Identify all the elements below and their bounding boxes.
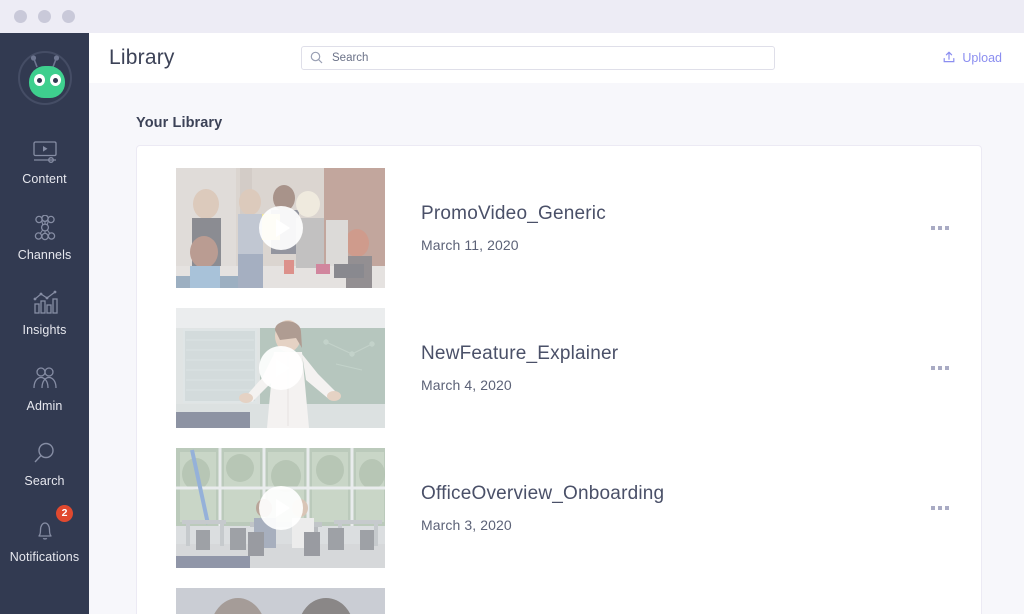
menu-dot-icon — [945, 226, 949, 230]
app-window: Content Channels Insights Admin Search 2… — [0, 0, 1024, 614]
window-minimize-dot[interactable] — [38, 10, 51, 23]
main-content: Your Library PromoVideo_Generic March 11… — [89, 83, 1024, 614]
search-container — [301, 46, 775, 70]
sidebar-item-search[interactable]: Search — [0, 433, 89, 496]
sidebar-item-content[interactable]: Content — [0, 131, 89, 194]
sidebar-item-label: Notifications — [9, 549, 80, 564]
sidebar-item-label: Channels — [17, 247, 72, 262]
logo-pupil-left — [36, 78, 42, 83]
sidebar-item-label: Search — [24, 474, 65, 488]
video-date: March 3, 2020 — [421, 517, 512, 533]
video-list-item[interactable] — [137, 588, 981, 614]
menu-dot-icon — [938, 366, 942, 370]
video-list-item[interactable]: NewFeature_Explainer March 4, 2020 — [137, 308, 981, 428]
sidebar: Content Channels Insights Admin Search 2… — [0, 33, 89, 614]
menu-dot-icon — [945, 506, 949, 510]
logo-pupil-right — [52, 78, 58, 83]
upload-icon — [942, 50, 956, 67]
video-list-item[interactable]: OfficeOverview_Onboarding March 3, 2020 — [137, 448, 981, 568]
window-titlebar — [0, 0, 1024, 33]
video-meta: OfficeOverview_Onboarding March 3, 2020 — [385, 483, 923, 533]
menu-dot-icon — [938, 506, 942, 510]
bell-icon — [30, 516, 60, 544]
play-button[interactable] — [258, 206, 303, 250]
video-title: OfficeOverview_Onboarding — [421, 483, 665, 504]
menu-dot-icon — [931, 506, 935, 510]
sidebar-item-admin[interactable]: Admin — [0, 358, 89, 421]
sidebar-item-notifications[interactable]: 2 Notifications — [0, 504, 89, 572]
menu-dot-icon — [938, 226, 942, 230]
video-player-icon — [30, 138, 60, 166]
video-date: March 11, 2020 — [421, 237, 519, 253]
menu-dot-icon — [931, 366, 935, 370]
more-options-button[interactable] — [923, 351, 957, 385]
menu-dot-icon — [945, 366, 949, 370]
upload-button[interactable]: Upload — [942, 50, 1002, 67]
sidebar-item-label: Insights — [22, 323, 67, 337]
sidebar-item-label: Admin — [26, 398, 63, 413]
window-maximize-dot[interactable] — [62, 10, 75, 23]
play-triangle-icon — [275, 499, 290, 517]
section-title: Your Library — [136, 115, 223, 131]
sidebar-item-channels[interactable]: Channels — [0, 207, 89, 270]
library-card: PromoVideo_Generic March 11, 2020 NewFea… — [136, 145, 982, 614]
window-close-dot[interactable] — [14, 10, 27, 23]
video-thumbnail[interactable] — [176, 168, 385, 288]
menu-dot-icon — [931, 226, 935, 230]
search-input[interactable] — [301, 46, 775, 70]
video-thumbnail[interactable] — [176, 448, 385, 568]
video-title: NewFeature_Explainer — [421, 343, 619, 364]
upload-button-label: Upload — [962, 51, 1002, 65]
video-date: March 4, 2020 — [421, 377, 512, 393]
app-logo — [17, 51, 72, 105]
video-meta: PromoVideo_Generic March 11, 2020 — [385, 203, 923, 253]
channels-icon — [30, 214, 60, 242]
sidebar-item-insights[interactable]: Insights — [0, 282, 89, 345]
thumbnail-overlay — [176, 588, 385, 614]
video-thumbnail[interactable] — [176, 308, 385, 428]
play-triangle-icon — [275, 359, 290, 377]
page-title: Library — [109, 46, 175, 69]
bar-chart-icon — [30, 289, 60, 317]
page-header: Library Upload — [89, 33, 1024, 83]
sidebar-item-label: Content — [22, 172, 67, 186]
more-options-button[interactable] — [923, 491, 957, 525]
video-thumbnail[interactable] — [176, 588, 385, 614]
video-list-item[interactable]: PromoVideo_Generic March 11, 2020 — [137, 168, 981, 288]
video-title: PromoVideo_Generic — [421, 203, 606, 224]
play-button[interactable] — [258, 486, 303, 530]
play-triangle-icon — [275, 219, 290, 237]
play-button[interactable] — [258, 346, 303, 390]
video-meta: NewFeature_Explainer March 4, 2020 — [385, 343, 923, 393]
people-icon — [30, 365, 60, 393]
magnifier-icon — [30, 440, 60, 468]
more-options-button[interactable] — [923, 211, 957, 245]
